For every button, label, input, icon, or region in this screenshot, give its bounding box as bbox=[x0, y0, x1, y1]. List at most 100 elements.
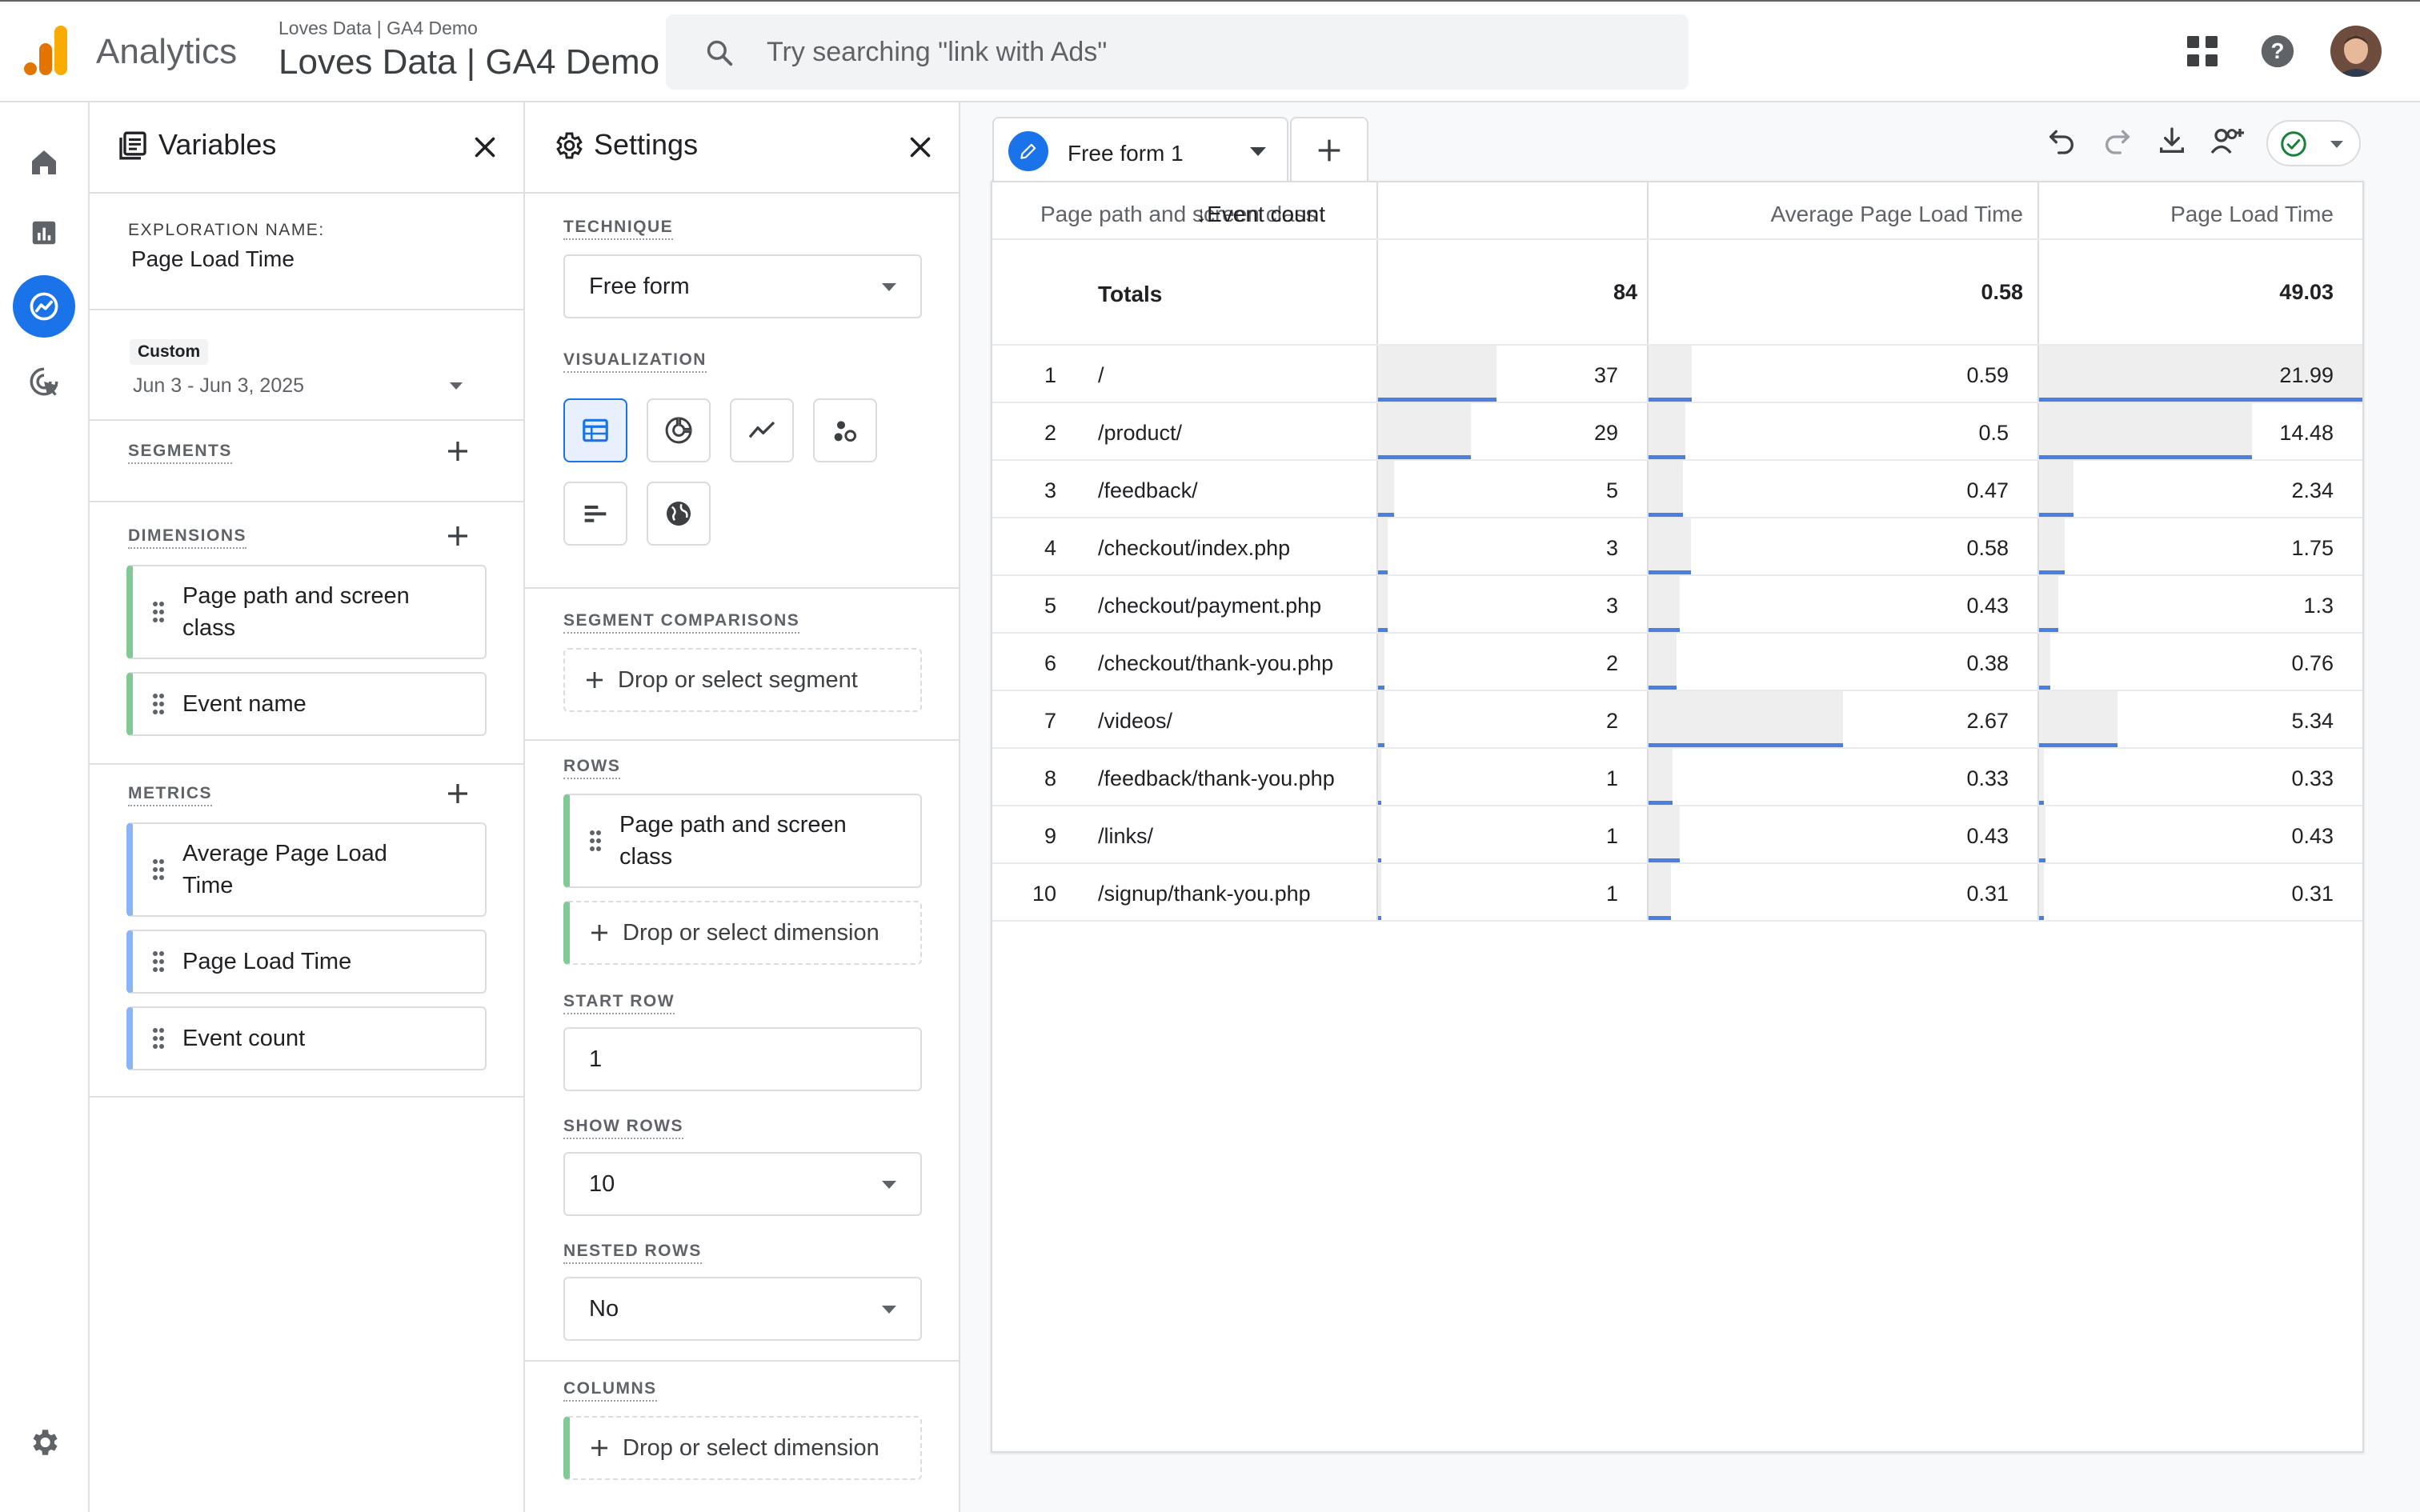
technique-select[interactable]: Free form bbox=[563, 254, 922, 318]
chevron-down-icon[interactable] bbox=[1250, 147, 1266, 156]
nested-rows-select[interactable]: No bbox=[563, 1277, 922, 1341]
drop-column-dimension-zone[interactable]: Drop or select dimension bbox=[563, 1416, 922, 1480]
start-row-input[interactable] bbox=[563, 1027, 922, 1091]
apps-grid-icon[interactable] bbox=[2186, 35, 2218, 67]
add-segment-button[interactable] bbox=[443, 437, 472, 466]
table-row[interactable]: 3/feedback/5 0.47 2.34 bbox=[992, 461, 2362, 518]
add-tab-button[interactable] bbox=[1290, 117, 1368, 182]
drag-handle-icon[interactable] bbox=[152, 1027, 165, 1050]
product-name[interactable]: Analytics bbox=[96, 32, 237, 72]
show-rows-label: SHOW ROWS bbox=[563, 1117, 683, 1139]
nav-admin[interactable] bbox=[13, 1411, 75, 1474]
viz-line-button[interactable] bbox=[730, 398, 794, 462]
show-rows-select[interactable]: 10 bbox=[563, 1152, 922, 1216]
row-page-path[interactable]: /checkout/thank-you.php bbox=[1098, 651, 1333, 676]
download-icon[interactable] bbox=[2156, 125, 2188, 157]
drag-handle-icon[interactable] bbox=[589, 830, 602, 852]
metric-chip-avg-page-load-time[interactable]: Average Page Load Time bbox=[126, 822, 487, 917]
nav-home[interactable] bbox=[13, 131, 75, 194]
column-separator bbox=[2037, 182, 2039, 238]
header-avg-page-load-time[interactable]: Average Page Load Time bbox=[1771, 202, 2023, 227]
event-count-bar-line bbox=[1378, 570, 1388, 574]
viz-geo-button[interactable] bbox=[647, 482, 711, 546]
avg-page-load-time-bar-line bbox=[1649, 686, 1677, 690]
close-variables-icon[interactable] bbox=[471, 133, 499, 162]
drag-handle-icon[interactable] bbox=[152, 950, 165, 973]
close-settings-icon[interactable] bbox=[906, 133, 935, 162]
row-page-path[interactable]: / bbox=[1098, 363, 1104, 388]
nav-advertising[interactable] bbox=[13, 350, 75, 413]
row-page-path[interactable]: /checkout/payment.php bbox=[1098, 594, 1321, 618]
drag-handle-icon[interactable] bbox=[152, 858, 165, 881]
row-page-path[interactable]: /product/ bbox=[1098, 421, 1182, 446]
drag-handle-icon[interactable] bbox=[152, 693, 165, 715]
check-circle-icon bbox=[2279, 130, 2308, 158]
exploration-name[interactable]: Page Load Time bbox=[131, 246, 294, 272]
drop-segment-zone[interactable]: Drop or select segment bbox=[563, 648, 922, 712]
page-load-time-value: 0.33 bbox=[2291, 766, 2334, 790]
table-row[interactable]: 7/videos/2 2.67 5.34 bbox=[992, 691, 2362, 749]
drop-row-dimension-zone[interactable]: Drop or select dimension bbox=[563, 901, 922, 965]
plus-icon bbox=[443, 437, 472, 466]
totals-label: Totals bbox=[1098, 282, 1163, 306]
analytics-logo-icon[interactable] bbox=[24, 26, 69, 75]
page-load-time-bar bbox=[2039, 634, 2050, 690]
row-page-path[interactable]: /links/ bbox=[1098, 824, 1153, 849]
chip-label: Event count bbox=[182, 1026, 306, 1051]
add-dimension-button[interactable] bbox=[443, 522, 472, 550]
table-row[interactable]: 8/feedback/thank-you.php 1 0.33 0.33 bbox=[992, 749, 2362, 806]
metric-chip-page-load-time[interactable]: Page Load Time bbox=[126, 930, 487, 994]
search-input[interactable] bbox=[767, 14, 1647, 90]
search-bar[interactable] bbox=[666, 14, 1689, 90]
row-page-path[interactable]: /feedback/thank-you.php bbox=[1098, 766, 1335, 791]
add-metric-button[interactable] bbox=[443, 779, 472, 808]
save-status-menu[interactable] bbox=[2266, 120, 2361, 166]
share-users-icon[interactable] bbox=[2209, 125, 2247, 157]
row-page-path[interactable]: /checkout/index.php bbox=[1098, 536, 1290, 561]
chevron-down-icon bbox=[2330, 141, 2343, 148]
table-row[interactable]: 5/checkout/payment.php 3 0.43 1.3 bbox=[992, 576, 2362, 634]
property-selector[interactable]: Loves Data | GA4 Demo Loves Data | GA4 D… bbox=[278, 16, 659, 85]
table-row[interactable]: 4/checkout/index.php 3 0.58 1.75 bbox=[992, 518, 2362, 576]
table-row[interactable]: 2/product/29 0.5 14.48 bbox=[992, 403, 2362, 461]
pencil-icon[interactable] bbox=[1008, 131, 1048, 171]
divider bbox=[525, 587, 959, 589]
viz-scatter-button[interactable] bbox=[813, 398, 877, 462]
dimension-chip-page-path[interactable]: Page path and screen class bbox=[126, 565, 487, 659]
avatar[interactable] bbox=[2330, 26, 2382, 77]
event-count-value: 2 bbox=[1605, 651, 1618, 675]
table-row[interactable]: 6/checkout/thank-you.php 2 0.38 0.76 bbox=[992, 634, 2362, 691]
table-row[interactable]: 9/links/1 0.43 0.43 bbox=[992, 806, 2362, 864]
page-load-time-bar-line bbox=[2039, 628, 2058, 632]
viz-bar-button[interactable] bbox=[563, 482, 627, 546]
viz-table-button[interactable] bbox=[563, 398, 627, 462]
tab-free-form-1[interactable]: Free form 1 bbox=[992, 117, 1288, 182]
redo-icon[interactable] bbox=[2101, 125, 2134, 157]
row-page-path[interactable]: /feedback/ bbox=[1098, 478, 1198, 503]
viz-donut-button[interactable] bbox=[647, 398, 711, 462]
table-row[interactable]: 1 / 37 0.59 21.99 bbox=[992, 346, 2362, 403]
dimension-chip-event-name[interactable]: Event name bbox=[126, 672, 487, 736]
header-page-load-time[interactable]: Page Load Time bbox=[2170, 202, 2334, 227]
row-page-path[interactable]: /videos/ bbox=[1098, 709, 1172, 734]
row-dimension-chip[interactable]: Page path and screen class bbox=[563, 794, 922, 888]
table-row[interactable]: 10/signup/thank-you.php 1 0.31 0.31 bbox=[992, 864, 2362, 922]
settings-header: Settings bbox=[525, 102, 959, 194]
column-separator bbox=[1647, 240, 1649, 344]
avg-page-load-time-value: 0.38 bbox=[1966, 651, 2009, 675]
event-count-bar bbox=[1378, 576, 1388, 632]
nav-explore[interactable] bbox=[13, 275, 75, 338]
nav-reports[interactable] bbox=[13, 202, 75, 264]
drag-handle-icon[interactable] bbox=[152, 601, 165, 623]
avg-page-load-time-bar bbox=[1649, 346, 1692, 402]
account-name: Loves Data | GA4 Demo bbox=[278, 18, 478, 38]
help-icon[interactable]: ? bbox=[2260, 34, 2295, 69]
metric-chip-event-count[interactable]: Event count bbox=[126, 1006, 487, 1070]
header-event-count[interactable]: ↓Event count bbox=[1196, 202, 1325, 227]
row-page-path[interactable]: /signup/thank-you.php bbox=[1098, 882, 1311, 906]
date-range-picker[interactable]: Custom Jun 3 - Jun 3, 2025 bbox=[130, 339, 482, 414]
divider bbox=[90, 1096, 523, 1098]
event-count-bar-line bbox=[1378, 398, 1496, 402]
undo-icon[interactable] bbox=[2045, 125, 2077, 157]
svg-text:?: ? bbox=[2271, 38, 2285, 63]
